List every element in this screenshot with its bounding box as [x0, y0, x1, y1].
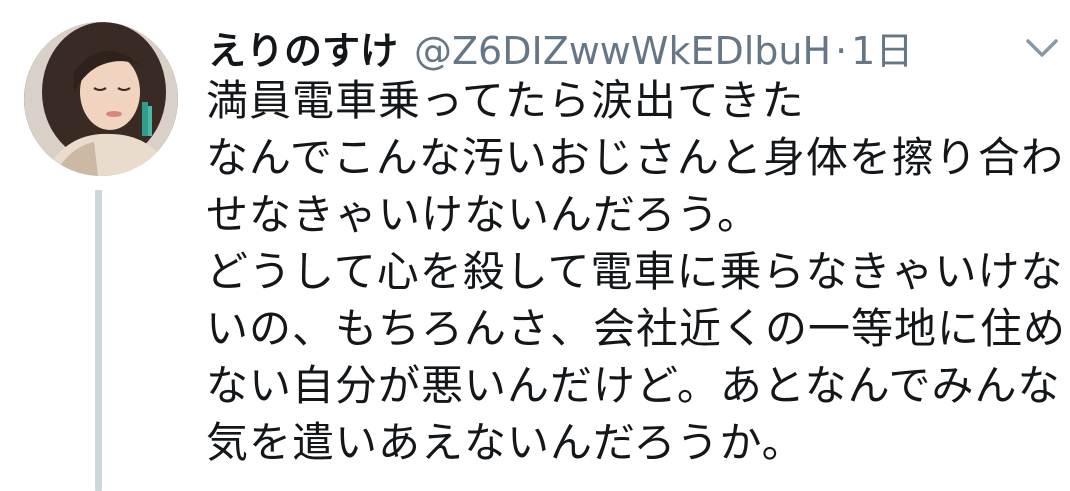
- display-name[interactable]: えりのすけ: [208, 20, 398, 75]
- chevron-down-icon[interactable]: [1024, 36, 1060, 60]
- separator-dot: ·: [835, 29, 848, 73]
- tweet-text-line: せなきゃいけないんだろう。: [206, 190, 760, 239]
- thread-line: [95, 190, 102, 491]
- tweet-text-line: 満員電車乗ってたら涙出てきた: [206, 76, 805, 125]
- tweet-text-line: 気を遣いあえないんだろうか。: [206, 418, 805, 467]
- avatar[interactable]: [24, 22, 178, 176]
- user-handle[interactable]: @Z6DIZwwWkEDlbuH: [414, 29, 831, 73]
- tweet-text-line: ない自分が悪いんだけど。あとなんでみんな: [206, 361, 1061, 410]
- avatar-photo: [24, 22, 178, 176]
- tweet-header: えりのすけ @Z6DIZwwWkEDlbuH · 1日: [208, 20, 913, 73]
- tweet[interactable]: えりのすけ @Z6DIZwwWkEDlbuH · 1日 満員電車乗ってたら涙出て…: [0, 0, 1070, 491]
- tweet-text-line: なんでこんな汚いおじさんと身体を擦り合わ: [206, 133, 1064, 182]
- tweet-text-line: どうして心を殺して電車に乗らなきゃいけな: [206, 247, 1064, 296]
- tweet-text: 満員電車乗ってたら涙出てきた なんでこんな汚いおじさんと身体を擦り合わ せなきゃ…: [206, 72, 1067, 471]
- tweet-text-line: いの、もちろんさ、会社近くの一等地に住め: [206, 304, 1067, 353]
- timestamp[interactable]: 1日: [851, 20, 913, 75]
